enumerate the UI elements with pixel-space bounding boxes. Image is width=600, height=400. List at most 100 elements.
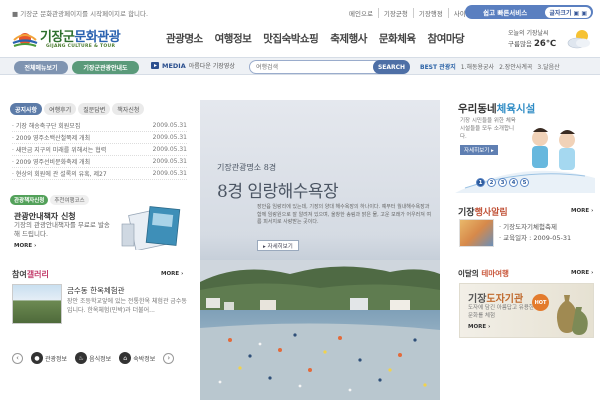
prev-arrow-icon[interactable]: ‹ bbox=[12, 352, 23, 364]
quick-tour-info[interactable]: ● 관광정보 bbox=[31, 352, 67, 364]
quick-tour-info-label: 관광정보 bbox=[45, 355, 68, 363]
gallery-thumbnail[interactable] bbox=[12, 284, 62, 324]
theme-more-link[interactable]: MORE › bbox=[571, 270, 593, 276]
booklet-description: 기장의 관광안내책자를 무료로 발송해 드립니다. MORE › bbox=[14, 221, 114, 251]
list-item[interactable]: · 2009 영주선비문화축제 개최 2009.05.31 bbox=[12, 156, 187, 168]
gallery-more-label: MORE bbox=[161, 271, 180, 277]
slide-dot-5[interactable]: 5 bbox=[520, 178, 529, 187]
nav-attractions[interactable]: 관광명소 bbox=[166, 31, 203, 46]
font-size-control[interactable]: 글자크기 ▣ ▣ bbox=[545, 6, 591, 18]
home-icon: ■ bbox=[12, 10, 21, 18]
start-page-notice-text: 기장군 문화관광페이지를 시작페이지로 합니다. bbox=[20, 10, 149, 18]
gallery-more-link[interactable]: MORE › bbox=[161, 271, 183, 277]
feature-subtitle: 기장관광명소 8경 bbox=[217, 163, 277, 172]
sunrise-logo-icon bbox=[12, 33, 38, 47]
event-date: · 교육일자 : 2009-05-31 bbox=[499, 234, 572, 242]
quick-lodging-info-label: 숙박정보 bbox=[133, 355, 156, 363]
theme-heading-prefix: 이달의 bbox=[458, 269, 482, 278]
feature-detail-button[interactable]: ▸ 자세히보기 bbox=[257, 240, 299, 251]
list-item[interactable]: · 2009 영주소백산철쭉제 개최 2009.05.31 bbox=[12, 132, 187, 144]
next-arrow-icon[interactable]: › bbox=[163, 352, 175, 364]
event-thumbnail[interactable] bbox=[459, 219, 494, 247]
map-pin-icon: ● bbox=[31, 352, 43, 364]
info-tabs: 관광책자신청 추천여행코스 bbox=[10, 195, 89, 205]
chevron-right-icon: › bbox=[591, 208, 594, 214]
tour-map-button[interactable]: 기장군관광안내도 bbox=[72, 61, 139, 74]
list-item[interactable]: · 기장 해송축구단 회원모집 2009.05.31 bbox=[12, 120, 187, 132]
list-item[interactable]: · 현상의 회원에 관 설록의 유혹, 제27 2009.05.31 bbox=[12, 168, 187, 180]
tab-booklet-request[interactable]: 책자신청 bbox=[112, 103, 145, 115]
slide-dot-2[interactable]: 2 bbox=[487, 178, 496, 187]
booklet-more-label: MORE bbox=[14, 243, 33, 249]
sports-heading-prefix: 우리동네 bbox=[458, 103, 497, 115]
weather-label: 오늘의 기장날씨 bbox=[508, 30, 549, 37]
theme-card-more-link[interactable]: MORE › bbox=[468, 324, 490, 330]
utility-link-main[interactable]: 메인으로 bbox=[344, 8, 378, 18]
tab-booklet-apply[interactable]: 관광책자신청 bbox=[10, 195, 49, 205]
theme-card-title-highlight: 도자기관 bbox=[486, 294, 524, 305]
all-menu-button[interactable]: 전체메뉴보기 bbox=[14, 61, 68, 74]
utility-link-administration[interactable]: 기장행정 bbox=[412, 8, 448, 18]
list-item[interactable]: · 새만금 지구의 미래를 위해서는 협력 2009.05.31 bbox=[12, 144, 187, 156]
utility-link-county-office[interactable]: 기장군청 bbox=[377, 8, 413, 18]
best-item-1[interactable]: 1.해동용궁사 bbox=[461, 62, 494, 71]
nav-culture-sports[interactable]: 문화체육 bbox=[379, 31, 416, 46]
event-title[interactable]: · 기장도자기체험축제 bbox=[499, 221, 557, 231]
gallery-heading: 참여갤러리 bbox=[12, 269, 49, 280]
nav-food-lodging-shopping[interactable]: 맛집숙박쇼핑 bbox=[263, 31, 318, 46]
events-more-link[interactable]: MORE › bbox=[571, 208, 593, 214]
notice-list: · 기장 해송축구단 회원모집 2009.05.31 · 2009 영주소백산철쭉… bbox=[12, 120, 187, 180]
events-heading-highlight: 행사알림 bbox=[474, 208, 508, 218]
media-link[interactable]: MEDIA 아름다운 기장영상 bbox=[151, 61, 235, 70]
weather-reading: 구름많음 26℃ bbox=[508, 38, 556, 49]
beach-photo bbox=[200, 260, 440, 400]
theme-card-description: 도자에 담긴 아름답고 유용한 문화를 체험 bbox=[468, 305, 534, 319]
events-heading-prefix: 기장 bbox=[458, 208, 475, 218]
logo-title-county: 기장군 bbox=[40, 30, 75, 45]
media-text: 아름다운 기장영상 bbox=[188, 63, 235, 70]
theme-travel-heading: 이달의 테마여행 bbox=[458, 268, 509, 279]
tab-travel-reviews[interactable]: 여행후기 bbox=[44, 103, 77, 115]
best-item-3[interactable]: 3.달음산 bbox=[537, 62, 559, 71]
booklet-more-link[interactable]: MORE › bbox=[14, 242, 114, 251]
media-label: MEDIA bbox=[162, 61, 186, 70]
gallery-description: 장안 조등학교앞에 있는 전통한옥 체험관 금수동 입니다. 한옥체험(민박)과… bbox=[67, 298, 187, 314]
feature-title: 8경 임랑해수욕장 bbox=[217, 182, 339, 202]
notice-title: · 2009 영주소백산철쭉제 개최 bbox=[12, 135, 91, 142]
quick-lodging-info[interactable]: ⌂ 숙박정보 bbox=[119, 352, 155, 364]
search-input[interactable] bbox=[256, 62, 366, 73]
best-label: BEST 관광지 bbox=[420, 64, 456, 71]
nav-participation[interactable]: 참여마당 bbox=[428, 31, 465, 46]
slide-dot-3[interactable]: 3 bbox=[498, 178, 507, 187]
search-button[interactable]: SEARCH bbox=[373, 60, 410, 74]
sports-facilities-heading: 우리동네체육시설 bbox=[458, 101, 535, 116]
site-logo[interactable]: 기장군문화관광 GIJANG CULTURE & TOUR bbox=[10, 24, 125, 56]
weather-condition: 구름많음 bbox=[508, 40, 532, 48]
logo-title-tourism: 문화관광 bbox=[74, 30, 121, 45]
events-heading: 기장행사알림 bbox=[458, 205, 508, 218]
all-menu-label: 전체메뉴보기 bbox=[24, 65, 58, 72]
quick-service-button[interactable]: 쉽고 빠른서비스 bbox=[465, 7, 545, 17]
nav-festivals[interactable]: 축제행사 bbox=[330, 31, 367, 46]
nav-travel-info[interactable]: 여행정보 bbox=[215, 31, 252, 46]
gallery-title[interactable]: 금수동 한옥체험관 bbox=[67, 285, 125, 296]
notice-date: 2009.05.31 bbox=[152, 158, 187, 165]
theme-card-title-prefix: 기장 bbox=[468, 294, 487, 305]
start-page-notice[interactable]: ■ 기장군 문화관광페이지를 시작페이지로 합니다. bbox=[12, 8, 148, 18]
theme-card-more-label: MORE bbox=[468, 324, 487, 330]
tab-qna[interactable]: 질문답변 bbox=[78, 103, 111, 115]
tab-notices[interactable]: 공지사항 bbox=[10, 103, 43, 115]
gallery-heading-highlight: 갤러리 bbox=[26, 270, 49, 279]
slide-dot-4[interactable]: 4 bbox=[509, 178, 518, 187]
chevron-right-icon: › bbox=[181, 271, 184, 277]
events-more-label: MORE bbox=[571, 208, 590, 214]
board-tabs: 공지사항 여행후기 질문답변 책자신청 bbox=[10, 103, 145, 115]
sports-detail-button[interactable]: 자세히보기 ▸ bbox=[460, 145, 498, 155]
theme-travel-card[interactable]: 기장도자기관 도자에 담긴 아름답고 유용한 문화를 체험 MORE › HOT bbox=[459, 283, 594, 338]
tab-recommended-course[interactable]: 추천여행코스 bbox=[50, 195, 89, 205]
weather-widget: 오늘의 기장날씨 구름많음 26℃ bbox=[508, 26, 594, 52]
quick-food-info[interactable]: ♨ 음식정보 bbox=[75, 352, 111, 364]
best-item-2[interactable]: 2.장안사계곡 bbox=[499, 62, 532, 71]
slide-dot-1[interactable]: 1 bbox=[476, 178, 485, 187]
main-nav: 관광명소 여행정보 맛집숙박쇼핑 축제행사 문화체육 참여마당 bbox=[166, 31, 465, 46]
